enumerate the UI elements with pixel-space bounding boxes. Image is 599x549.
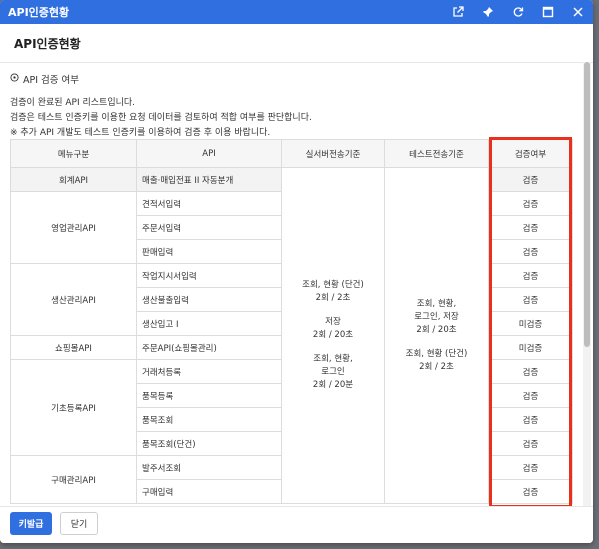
status-cell: 검증 (488, 167, 573, 192)
status-cell: 검증 (488, 263, 573, 288)
dialog-header: API인증현황 (0, 24, 593, 63)
page-title: API인증현황 (14, 36, 81, 51)
vertical-scrollbar[interactable] (583, 62, 591, 506)
status-cell: 검증 (488, 239, 573, 264)
header-menu: 메뉴구분 (10, 139, 137, 168)
section-title: API 검증 여부 (10, 72, 79, 86)
test-server-line: 2회 / 20초 (416, 324, 457, 335)
status-cell: 검증 (488, 383, 573, 408)
header-status: 검증여부 (488, 139, 573, 168)
header-real-server: 실서버전송기준 (281, 139, 385, 168)
real-server-line: 로그인 (321, 367, 345, 377)
dialog-content[interactable]: API 검증 여부 검증이 완료된 API 리스트입니다. 검증은 테스트 인증… (0, 62, 582, 506)
status-cell: 미검증 (488, 311, 573, 336)
real-server-line: 2회 / 20초 (312, 330, 354, 340)
issue-key-button[interactable]: 키발급 (10, 512, 52, 535)
test-server-line: 로그인, 저장 (414, 311, 459, 322)
category-cell: 쇼핑몰API (10, 335, 137, 360)
category-cell: 회계API (10, 167, 137, 192)
description-line: 검증이 완료된 API 리스트입니다. (10, 98, 136, 108)
api-cell: 주문API(쇼핑몰관리) (136, 335, 282, 360)
status-cell: 검증 (488, 191, 573, 216)
maximize-icon[interactable] (539, 3, 557, 21)
api-cell: 생산입고 I (136, 311, 282, 336)
window-title: API인증현황 (8, 6, 70, 19)
category-cell: 생산관리API (10, 263, 137, 336)
api-cell: 거래처등록 (136, 359, 282, 384)
status-cell: 검증 (488, 431, 573, 456)
target-icon (10, 73, 19, 85)
status-cell: 검증 (488, 479, 573, 504)
external-link-icon[interactable] (449, 3, 467, 21)
scrollbar-thumb[interactable] (584, 62, 590, 347)
close-icon[interactable] (569, 3, 587, 21)
category-cell: 영업관리API (10, 191, 137, 264)
close-button[interactable]: 닫기 (60, 512, 98, 535)
api-auth-dialog: API인증현황 API인증현황 API 검증 여부 검증이 완료된 API 리스… (0, 0, 593, 543)
real-server-line: 2회 / 2초 (315, 293, 351, 303)
table-header-row: 메뉴구분 API 실서버전송기준 테스트전송기준 검증여부 (10, 139, 573, 168)
api-cell: 견적서입력 (136, 191, 282, 216)
api-cell: 발주서조회 (136, 455, 282, 480)
real-server-line: 저장 (325, 317, 341, 327)
real-server-line: 조회, 현황, (313, 354, 353, 364)
test-server-line: 조회, 현황 (단건) (405, 348, 468, 359)
description: 검증이 완료된 API 리스트입니다. 검증은 테스트 인증키를 이용한 요청 … (10, 96, 312, 141)
window-titlebar: API인증현황 (0, 0, 593, 24)
api-cell: 구매입력 (136, 479, 282, 504)
real-server-cell: 조회, 현황 (단건) 2회 / 2초 저장 2회 / 20초 조회, 현황, … (281, 167, 385, 504)
api-cell: 품목조회 (136, 407, 282, 432)
dialog-footer: 키발급 닫기 (0, 506, 593, 543)
header-api: API (136, 139, 282, 168)
api-table: 메뉴구분 API 실서버전송기준 테스트전송기준 검증여부 회계API 매출·매… (10, 139, 573, 504)
api-cell: 품목조회(단건) (136, 431, 282, 456)
test-server-line: 2회 / 2초 (419, 361, 454, 372)
status-cell: 검증 (488, 215, 573, 240)
table-row: 회계API 매출·매입전표 II 자동분개 조회, 현황 (단건) 2회 / 2… (10, 167, 573, 504)
api-cell: 작업지시서입력 (136, 263, 282, 288)
status-cell: 검증 (488, 359, 573, 384)
api-cell: 생산불출입력 (136, 287, 282, 312)
category-cell: 기초등록API (10, 359, 137, 456)
header-test-server: 테스트전송기준 (384, 139, 489, 168)
real-server-line: 2회 / 20분 (312, 380, 354, 390)
test-server-cell: 조회, 현황, 로그인, 저장 2회 / 20초 조회, 현황 (단건) 2회 … (384, 167, 489, 504)
description-line: 검증은 테스트 인증키를 이용한 요청 데이터를 검토하여 적합 여부를 판단합… (10, 113, 312, 123)
category-cell: 구매관리API (10, 455, 137, 504)
test-server-line: 조회, 현황, (416, 298, 457, 309)
pin-icon[interactable] (479, 3, 497, 21)
api-cell: 주문서입력 (136, 215, 282, 240)
real-server-line: 조회, 현황 (단건) (302, 280, 364, 290)
section-title-label: API 검증 여부 (23, 75, 80, 86)
refresh-icon[interactable] (509, 3, 527, 21)
api-cell: 매출·매입전표 II 자동분개 (136, 167, 282, 192)
status-cell: 검증 (488, 407, 573, 432)
api-cell: 판매입력 (136, 239, 282, 264)
status-cell: 미검증 (488, 335, 573, 360)
api-cell: 품목등록 (136, 383, 282, 408)
status-cell: 검증 (488, 455, 573, 480)
status-cell: 검증 (488, 287, 573, 312)
